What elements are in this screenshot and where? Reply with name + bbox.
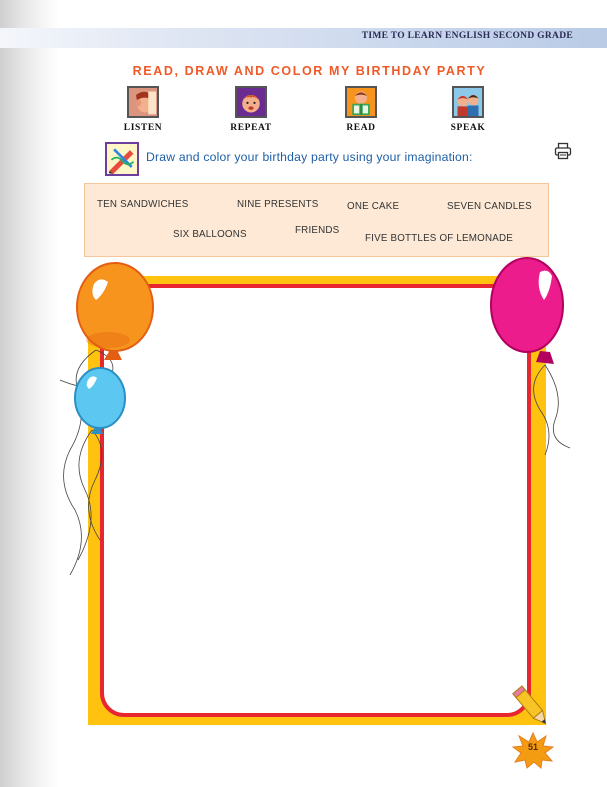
drawing-area[interactable] bbox=[100, 284, 531, 717]
skill-label-repeat: REPEAT bbox=[230, 123, 272, 133]
repeat-icon bbox=[235, 86, 267, 118]
listen-icon bbox=[127, 86, 159, 118]
skill-label-read: READ bbox=[346, 123, 376, 133]
speak-icon bbox=[452, 86, 484, 118]
skill-speak: SPEAK bbox=[428, 86, 508, 133]
word-item: ONE CAKE bbox=[347, 201, 400, 212]
printer-icon[interactable] bbox=[554, 142, 572, 160]
page-title: READ, DRAW AND COLOR MY BIRTHDAY PARTY bbox=[132, 64, 487, 78]
word-item: NINE PRESENTS bbox=[237, 199, 319, 210]
word-item: TEN SANDWICHES bbox=[97, 199, 189, 210]
word-item: FRIENDS bbox=[295, 225, 340, 236]
word-bank: TEN SANDWICHES NINE PRESENTS ONE CAKE SE… bbox=[84, 183, 549, 257]
book-title: TIME TO LEARN ENGLISH SECOND GRADE bbox=[361, 31, 573, 41]
word-item: FIVE BOTTLES OF LEMONADE bbox=[365, 233, 513, 244]
skill-repeat: REPEAT bbox=[211, 86, 291, 133]
skill-listen: LISTEN bbox=[103, 86, 183, 133]
skill-label-listen: LISTEN bbox=[123, 123, 163, 133]
page-fold-shadow bbox=[0, 0, 60, 787]
word-item: SIX BALLOONS bbox=[173, 229, 247, 240]
skill-read: READ bbox=[321, 86, 401, 133]
page-number: 51 bbox=[527, 742, 538, 752]
skill-label-speak: SPEAK bbox=[450, 123, 486, 133]
read-icon bbox=[345, 86, 377, 118]
instruction-text: Draw and color your birthday party using… bbox=[146, 150, 473, 164]
pencil-drawing-icon bbox=[105, 142, 139, 176]
word-item: SEVEN CANDLES bbox=[447, 201, 532, 212]
